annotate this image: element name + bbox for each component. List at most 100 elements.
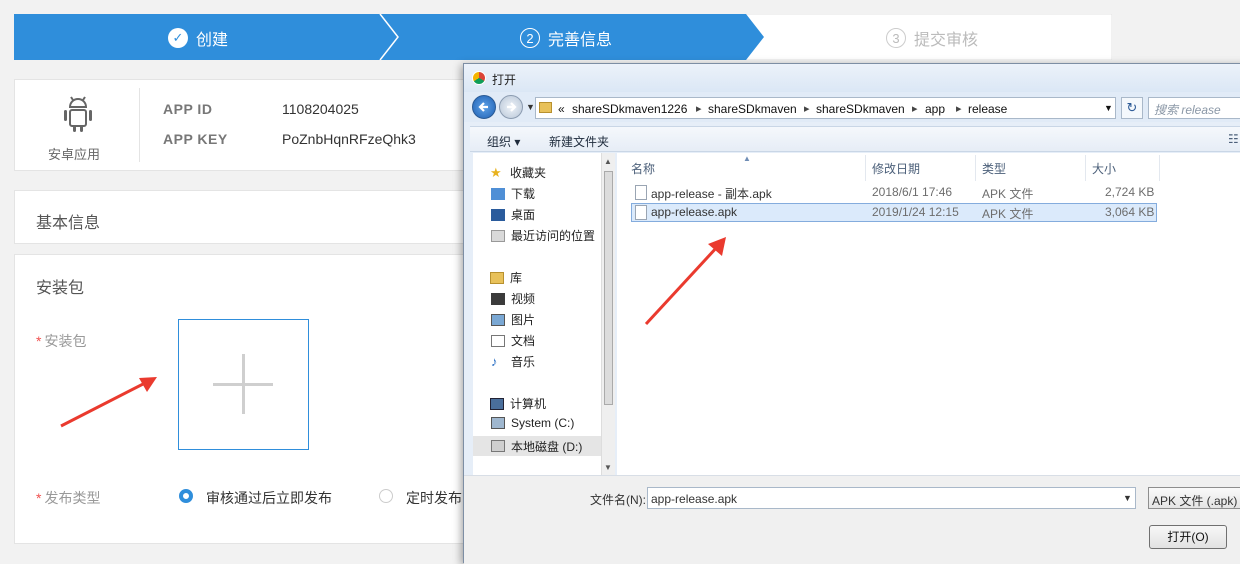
step-complete-info-label: 完善信息 — [548, 32, 613, 49]
breadcrumb-item[interactable]: shareSDkmaven — [708, 102, 797, 116]
nav-item-documents[interactable]: 文档 — [491, 332, 535, 349]
breadcrumb-item[interactable]: shareSDkmaven1226 — [572, 102, 687, 116]
step-submit-review-label: 提交审核 — [914, 32, 979, 49]
breadcrumb-separator-icon[interactable]: ▸ — [956, 102, 962, 115]
nav-item-recent[interactable]: 最近访问的位置 — [491, 227, 595, 244]
file-type: APK 文件 — [982, 187, 1034, 201]
address-bar[interactable]: « shareSDkmaven1226 ▸ shareSDkmaven ▸ sh… — [535, 97, 1116, 119]
nav-item-desktop[interactable]: 桌面 — [491, 206, 535, 223]
navigation-pane: ★ 收藏夹 下载 桌面 最近访问的位置 库 视频 图片 文档 ♪ 音乐 计算机 — [473, 153, 601, 475]
filename-label: 文件名(N): — [590, 493, 646, 507]
nav-item-music[interactable]: ♪ 音乐 — [491, 353, 535, 370]
desktop-icon — [491, 208, 505, 221]
package-field-label: * 安装包 — [36, 331, 86, 351]
recent-locations-dropdown-icon[interactable]: ▼ — [526, 102, 535, 112]
package-section-title: 安装包 — [36, 280, 85, 297]
column-header-name[interactable]: 名称 — [631, 160, 655, 177]
scroll-down-icon[interactable]: ▼ — [604, 463, 612, 472]
check-icon: ✓ — [168, 28, 188, 48]
filename-value: app-release.apk — [651, 492, 738, 506]
scroll-up-icon[interactable]: ▲ — [604, 157, 612, 166]
dialog-titlebar: 打开 — [464, 64, 1240, 92]
annotation-arrow-upload — [60, 377, 157, 428]
publish-immediately-label[interactable]: 审核通过后立即发布 — [206, 488, 332, 508]
required-marker: * — [36, 333, 42, 349]
star-icon: ★ — [490, 164, 502, 180]
column-header-type[interactable]: 类型 — [982, 160, 1006, 177]
plus-icon-vertical — [242, 354, 245, 414]
library-icon — [490, 271, 504, 284]
nav-libraries[interactable]: 库 — [490, 269, 522, 286]
folder-icon — [539, 102, 552, 113]
file-row[interactable]: app-release - 副本.apk 2018/6/1 17:46 APK … — [631, 183, 1157, 202]
nav-item-videos[interactable]: 视频 — [491, 290, 535, 307]
drive-icon — [491, 417, 505, 429]
nav-item-system-drive[interactable]: System (C:) — [491, 416, 574, 430]
computer-icon — [490, 397, 504, 410]
breadcrumb-separator-icon[interactable]: ▸ — [912, 102, 918, 115]
documents-icon — [491, 334, 505, 347]
nav-item-label: 图片 — [511, 313, 536, 327]
file-row-selected[interactable]: app-release.apk 2019/1/24 12:15 APK 文件 3… — [631, 203, 1157, 222]
breadcrumb-separator-icon[interactable]: ▸ — [696, 102, 702, 115]
forward-arrow-icon — [507, 102, 517, 112]
drive-icon — [491, 440, 505, 452]
publish-scheduled-radio[interactable] — [379, 489, 393, 503]
view-options-icon[interactable]: ☷ — [1228, 132, 1239, 146]
column-divider[interactable] — [865, 155, 866, 181]
step-create: ✓ 创建 — [168, 26, 228, 50]
video-icon — [491, 292, 505, 305]
dialog-toolbar: 组织 ▾ 新建文件夹 ☷ — [470, 126, 1240, 152]
breadcrumb-item[interactable]: app — [925, 102, 945, 116]
file-icon — [635, 205, 647, 220]
search-input[interactable]: 搜索 release — [1148, 97, 1240, 119]
nav-item-pictures[interactable]: 图片 — [491, 311, 535, 328]
publish-scheduled-label[interactable]: 定时发布 — [406, 488, 462, 508]
file-name: app-release.apk — [651, 205, 738, 219]
scroll-thumb[interactable] — [604, 171, 613, 405]
column-header-modified[interactable]: 修改日期 — [872, 160, 920, 177]
breadcrumb-item[interactable]: release — [968, 102, 1007, 116]
basic-info-title: 基本信息 — [36, 215, 101, 232]
publish-immediately-radio[interactable] — [179, 489, 193, 503]
pictures-icon — [491, 313, 505, 326]
step-number-2: 2 — [520, 28, 540, 48]
nav-computer-label: 计算机 — [510, 397, 547, 411]
file-name: app-release - 副本.apk — [651, 187, 772, 201]
filename-dropdown-icon[interactable]: ▼ — [1123, 493, 1132, 503]
new-folder-button[interactable]: 新建文件夹 — [549, 133, 609, 150]
organize-button[interactable]: 组织 ▾ — [487, 133, 520, 150]
forward-button[interactable] — [499, 95, 523, 119]
nav-item-label: 音乐 — [511, 355, 536, 369]
column-divider[interactable] — [1159, 155, 1160, 181]
nav-pane-scrollbar[interactable]: ▲ ▼ — [601, 153, 615, 475]
address-dropdown-icon[interactable]: ▼ — [1104, 103, 1113, 113]
column-divider[interactable] — [975, 155, 976, 181]
package-upload-box[interactable] — [178, 319, 309, 450]
nav-item-local-disk-d[interactable]: 本地磁盘 (D:) — [473, 436, 601, 456]
download-folder-icon — [491, 187, 505, 200]
filename-input[interactable]: app-release.apk ▼ — [647, 487, 1136, 509]
open-file-dialog: 打开 ▼ « shareSDkmaven1226 ▸ shareSDkmaven… — [463, 63, 1240, 564]
breadcrumb-overflow[interactable]: « — [558, 102, 565, 116]
file-type-filter-select[interactable]: APK 文件 (.apk) ( — [1148, 487, 1240, 509]
nav-item-downloads[interactable]: 下载 — [491, 185, 535, 202]
platform-label: 安卓应用 — [48, 147, 101, 162]
open-button[interactable]: 打开(O) — [1149, 525, 1227, 549]
nav-item-label: 下载 — [511, 187, 536, 201]
refresh-icon[interactable]: ↻ — [1121, 97, 1143, 119]
column-header-size[interactable]: 大小 — [1092, 160, 1116, 177]
basic-info-card[interactable]: 基本信息 — [14, 190, 466, 244]
back-button[interactable] — [472, 95, 496, 119]
publish-type-label-text: 发布类型 — [44, 490, 101, 506]
dialog-title: 打开 — [492, 73, 517, 87]
nav-computer[interactable]: 计算机 — [490, 395, 546, 412]
package-label-text: 安装包 — [44, 333, 87, 349]
file-type: APK 文件 — [982, 207, 1034, 221]
search-placeholder: 搜索 release — [1154, 103, 1221, 117]
breadcrumb-item[interactable]: shareSDkmaven — [816, 102, 905, 116]
music-icon: ♪ — [491, 353, 498, 369]
nav-favorites[interactable]: ★ 收藏夹 — [490, 164, 546, 181]
breadcrumb-separator-icon[interactable]: ▸ — [804, 102, 810, 115]
column-divider[interactable] — [1085, 155, 1086, 181]
